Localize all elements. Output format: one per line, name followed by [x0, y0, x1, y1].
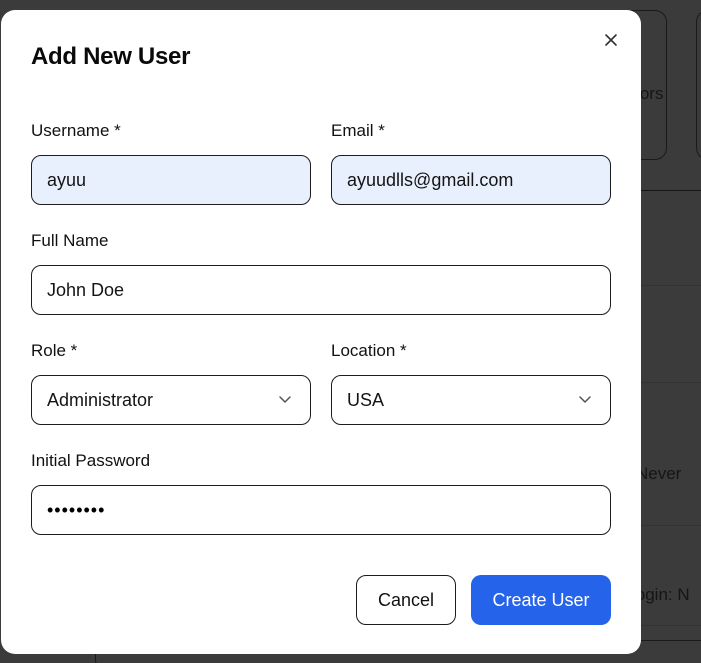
- password-value: ••••••••: [47, 499, 106, 520]
- email-input[interactable]: ayuudlls@gmail.com: [331, 155, 611, 205]
- role-value: Administrator: [47, 389, 154, 410]
- background-divider: [640, 525, 701, 526]
- dialog-title: Add New User: [31, 43, 191, 70]
- username-input[interactable]: ayuu: [31, 155, 311, 205]
- cancel-button[interactable]: Cancel: [356, 575, 456, 625]
- chevron-down-icon: [278, 394, 292, 404]
- close-icon: [605, 34, 617, 46]
- username-label: Username *: [31, 121, 121, 140]
- location-label: Location *: [331, 341, 407, 360]
- role-select[interactable]: Administrator: [31, 375, 311, 425]
- full-name-input[interactable]: John Doe: [31, 265, 611, 315]
- full-name-value: John Doe: [47, 279, 125, 300]
- password-label: Initial Password: [31, 451, 151, 470]
- location-select[interactable]: USA: [331, 375, 611, 425]
- background-row-text: Never: [636, 464, 682, 483]
- location-value: USA: [347, 389, 385, 410]
- background-card: [696, 10, 701, 160]
- chevron-down-icon: [578, 394, 592, 404]
- add-user-dialog: Add New User Username * ayuu Email * ayu…: [1, 10, 641, 654]
- close-button[interactable]: [601, 30, 621, 50]
- full-name-label: Full Name: [31, 231, 109, 250]
- create-user-button[interactable]: Create User: [471, 575, 611, 625]
- background-divider: [640, 625, 701, 626]
- role-label: Role *: [31, 341, 78, 360]
- background-divider: [640, 285, 701, 286]
- email-value: ayuudlls@gmail.com: [347, 169, 514, 190]
- background-divider: [640, 190, 701, 191]
- email-label: Email *: [331, 121, 385, 140]
- background-divider: [640, 382, 701, 383]
- password-input[interactable]: ••••••••: [31, 485, 611, 535]
- username-value: ayuu: [47, 169, 87, 190]
